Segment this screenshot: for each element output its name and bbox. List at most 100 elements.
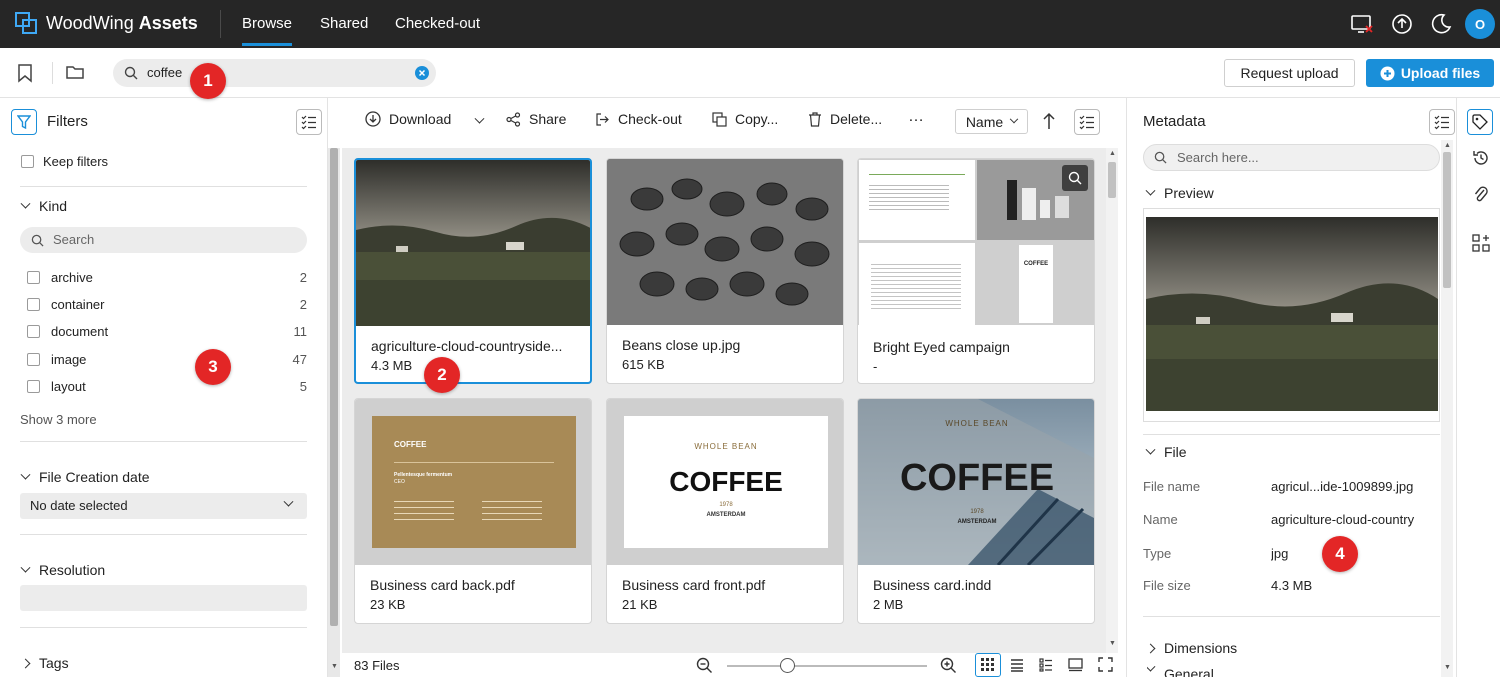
asset-card[interactable]: WHOLE BEAN COFFEE 1978 AMSTERDAM Busines… (857, 398, 1095, 624)
metadata-search-input[interactable]: Search here... (1143, 144, 1440, 171)
scrollbar-thumb[interactable] (1443, 152, 1451, 288)
metadata-options-button[interactable] (1429, 109, 1455, 135)
share-button[interactable]: Share (506, 111, 566, 127)
request-upload-button[interactable]: Request upload (1224, 59, 1355, 87)
kind-item-count: 2 (299, 270, 307, 285)
app-logo[interactable]: WoodWing Assets (14, 11, 198, 35)
screen-off-icon[interactable] (1350, 12, 1374, 36)
view-options-button[interactable] (1074, 109, 1100, 135)
zoom-preview-button[interactable] (1062, 165, 1088, 191)
upload-status-icon[interactable] (1390, 12, 1414, 36)
asset-card[interactable]: COFFEE Pellentesque fermentum CEO Busine… (354, 398, 592, 624)
metadata-panel: Metadata Search here... Preview File Fil… (1126, 98, 1456, 677)
bookmark-icon[interactable] (16, 63, 34, 83)
coffee-wordmark: COFFEE (669, 466, 783, 497)
search-input[interactable]: coffee (113, 59, 436, 87)
upload-files-button[interactable]: Upload files (1366, 59, 1494, 87)
attachment-icon[interactable] (1473, 185, 1489, 205)
date-select-value: No date selected (30, 498, 128, 513)
list-view-icon[interactable] (1010, 658, 1024, 672)
download-button[interactable]: Download (365, 111, 451, 127)
scrollbar-thumb[interactable] (1108, 162, 1116, 198)
metadata-scrollbar[interactable]: ▲ ▼ (1441, 140, 1453, 677)
funnel-icon (17, 115, 31, 129)
detail-list-view-icon[interactable] (1039, 658, 1053, 672)
scroll-up-icon[interactable]: ▲ (1109, 150, 1116, 157)
asset-size: 23 KB (370, 597, 406, 612)
scroll-down-icon[interactable]: ▼ (1109, 640, 1116, 647)
checkout-button[interactable]: Check-out (595, 111, 682, 127)
tab-checked-out[interactable]: Checked-out (395, 15, 480, 32)
kind-document-checkbox[interactable] (27, 325, 40, 338)
resolution-input[interactable] (20, 585, 307, 611)
history-icon[interactable] (1472, 149, 1490, 167)
asset-size: - (873, 359, 878, 374)
metadata-tab-button[interactable] (1467, 109, 1493, 135)
delete-button[interactable]: Delete... (808, 111, 882, 127)
grid-scrollbar[interactable]: ▲ ▼ (1106, 148, 1118, 653)
copy-button[interactable]: Copy... (712, 111, 778, 127)
file-section-header[interactable]: File (1145, 444, 1187, 460)
scroll-up-icon[interactable]: ▲ (1444, 142, 1451, 149)
kind-item-count: 47 (292, 352, 307, 367)
show-more-link[interactable]: Show 3 more (20, 412, 97, 427)
dimensions-section-header[interactable]: Dimensions (1145, 640, 1237, 656)
scrollbar-thumb[interactable] (330, 148, 338, 626)
asset-card[interactable]: COFFEE Bright Eyed campaign - (857, 158, 1095, 384)
more-actions-button[interactable]: … (908, 108, 924, 126)
resolution-header[interactable]: Resolution (20, 562, 105, 578)
sort-select[interactable]: Name (955, 109, 1028, 134)
left-scrollbar[interactable]: ▼ (328, 148, 340, 677)
metadata-field-value[interactable]: 4.3 MB (1271, 578, 1421, 593)
asset-name: Bright Eyed campaign (873, 339, 1010, 355)
folder-icon[interactable] (66, 64, 84, 80)
preview-view-icon[interactable] (1068, 658, 1083, 672)
metadata-field-value[interactable]: agricul...ide-1009899.jpg (1271, 479, 1421, 494)
zoom-out-icon[interactable] (696, 657, 713, 674)
dark-mode-icon[interactable] (1429, 12, 1453, 36)
asset-card[interactable]: WHOLE BEAN COFFEE 1978 AMSTERDAM Busines… (606, 398, 844, 624)
file-creation-date-header[interactable]: File Creation date (20, 469, 150, 485)
status-bar: 83 Files (342, 653, 1122, 677)
tags-header[interactable]: Tags (20, 655, 69, 671)
woodwing-logo-icon (15, 12, 37, 34)
preview-section-header[interactable]: Preview (1145, 185, 1214, 201)
download-dropdown-icon[interactable] (474, 113, 485, 124)
asset-card[interactable]: Beans close up.jpg 615 KB (606, 158, 844, 384)
general-section-header[interactable]: General (1147, 666, 1214, 677)
fullscreen-icon[interactable] (1098, 657, 1113, 672)
scroll-down-icon[interactable]: ▼ (331, 663, 338, 670)
date-select[interactable]: No date selected (20, 493, 307, 519)
keep-filters-checkbox[interactable] (21, 155, 34, 168)
scroll-down-icon[interactable]: ▼ (1444, 664, 1451, 671)
asset-name: Business card.indd (873, 577, 992, 593)
checklist-icon (1434, 115, 1449, 130)
user-avatar[interactable]: O (1465, 9, 1495, 39)
asset-thumbnail (607, 159, 843, 325)
kind-image-checkbox[interactable] (27, 353, 40, 366)
kind-container-checkbox[interactable] (27, 298, 40, 311)
share-icon (506, 111, 521, 127)
divider (20, 534, 307, 535)
search-icon (1154, 151, 1167, 164)
clear-search-icon[interactable] (415, 66, 429, 80)
grid-view-button[interactable] (975, 653, 1001, 677)
zoom-in-icon[interactable] (940, 657, 957, 674)
checklist-icon (1079, 115, 1094, 130)
sort-direction-icon[interactable] (1041, 112, 1057, 130)
zoom-slider[interactable] (727, 665, 927, 667)
filter-options-button[interactable] (296, 109, 322, 135)
metadata-field-value[interactable]: agriculture-cloud-country (1271, 512, 1421, 527)
metadata-field-label: Type (1143, 546, 1172, 561)
filter-toggle-button[interactable] (11, 109, 37, 135)
kind-archive-checkbox[interactable] (27, 271, 40, 284)
tab-browse[interactable]: Browse (242, 15, 293, 46)
zoom-slider-handle[interactable] (780, 658, 795, 673)
kind-item-label: image (51, 352, 87, 367)
kind-search-input[interactable]: Search (20, 227, 307, 253)
asset-card[interactable]: agriculture-cloud-countryside... 4.3 MB (354, 158, 592, 384)
kind-section-header[interactable]: Kind (20, 198, 67, 214)
kind-layout-checkbox[interactable] (27, 380, 40, 393)
apps-icon[interactable] (1472, 234, 1490, 252)
tab-shared[interactable]: Shared (320, 15, 368, 32)
